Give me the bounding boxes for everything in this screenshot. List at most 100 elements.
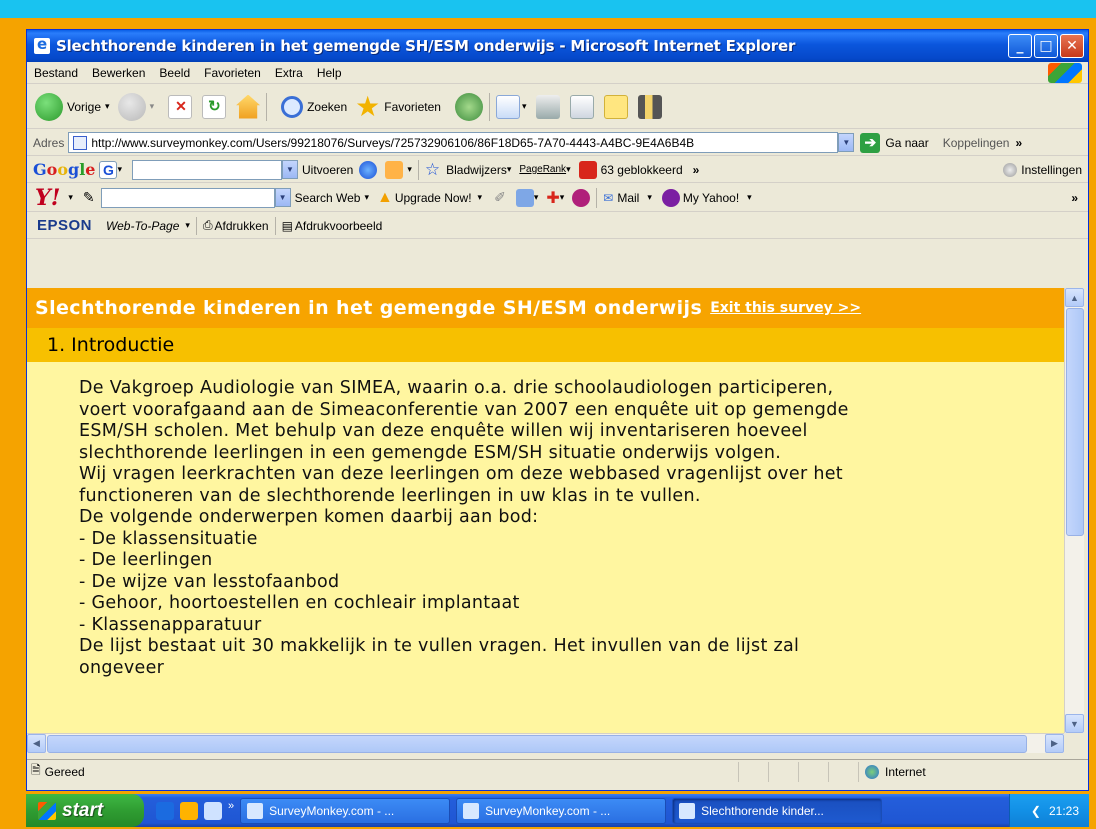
google-search-web-icon[interactable]: [359, 160, 378, 179]
google-highlight-icon[interactable]: [385, 160, 404, 179]
upgrade-button[interactable]: Upgrade Now!: [395, 191, 472, 205]
close-button[interactable]: ✕: [1060, 34, 1084, 58]
research-icon[interactable]: [638, 94, 663, 119]
bookmarks-dropdown-icon[interactable]: ▾: [507, 164, 512, 175]
search-web-dropdown-icon[interactable]: ▾: [364, 192, 369, 203]
horizontal-scrollbar[interactable]: ◀ ▶: [27, 733, 1064, 753]
exit-survey-link[interactable]: Exit this survey >>: [710, 300, 861, 316]
edit-icon[interactable]: [570, 94, 595, 119]
go-button[interactable]: Ga naar: [885, 136, 928, 150]
toolbar-separator: [266, 92, 268, 121]
home-icon[interactable]: [236, 94, 261, 119]
scroll-down-button[interactable]: ▼: [1065, 714, 1084, 733]
bookmarks-button[interactable]: Bladwijzers: [446, 163, 507, 177]
google-search-dropdown-icon[interactable]: ▼: [282, 160, 298, 179]
popups-blocked-count[interactable]: 63 geblokkeerd: [601, 163, 683, 177]
vertical-scrollbar[interactable]: ▲ ▼: [1064, 288, 1084, 733]
my-yahoo-dropdown-icon[interactable]: ▾: [747, 192, 752, 203]
pagerank-dropdown-icon[interactable]: ▾: [566, 164, 571, 175]
google-search-input[interactable]: [132, 159, 282, 180]
forward-dropdown-icon[interactable]: ▾: [150, 101, 155, 112]
menu-extra[interactable]: Extra: [268, 66, 310, 80]
forward-button[interactable]: ▾: [117, 92, 155, 121]
google-highlight-dropdown-icon[interactable]: ▾: [407, 164, 412, 175]
discuss-icon[interactable]: [604, 94, 629, 119]
refresh-icon[interactable]: ↻: [202, 94, 227, 119]
pencil-icon[interactable]: ✎: [83, 189, 95, 206]
quicklaunch-more-icon[interactable]: »: [228, 800, 234, 812]
back-button[interactable]: Vorige ▾: [35, 92, 110, 121]
menu-help[interactable]: Help: [310, 66, 349, 80]
address-input[interactable]: http://www.surveymonkey.com/Users/992180…: [68, 132, 839, 153]
search-button[interactable]: Zoeken: [281, 95, 347, 118]
scroll-right-button[interactable]: ▶: [1045, 734, 1064, 753]
yahoo-more-chevron-icon[interactable]: »: [1071, 191, 1078, 205]
outlook-quicklaunch-icon[interactable]: [180, 801, 198, 820]
yahoo-search-input[interactable]: [100, 187, 275, 208]
minimize-button[interactable]: _: [1008, 34, 1032, 58]
web-to-page-dropdown-icon[interactable]: ▾: [185, 220, 190, 231]
upgrade-dropdown-icon[interactable]: ▾: [478, 192, 483, 203]
go-arrow-icon[interactable]: ➔: [860, 132, 881, 153]
horizontal-scroll-thumb[interactable]: [47, 735, 1027, 753]
yahoo-dropdown-icon[interactable]: ▾: [68, 192, 73, 203]
print-preview-button[interactable]: Afdrukvoorbeeld: [295, 219, 382, 233]
google-logo[interactable]: Google: [33, 160, 95, 179]
windows-flag-icon: [38, 801, 56, 820]
history-icon[interactable]: [454, 92, 483, 121]
yahoo-search-dropdown-icon[interactable]: ▼: [274, 188, 291, 207]
intro-line: De lijst bestaat uit 30 makkelijk in te …: [79, 636, 800, 656]
stop-icon[interactable]: ✕: [168, 94, 193, 119]
window-title: Slechthorende kinderen in het gemengde S…: [56, 37, 796, 55]
pagerank-indicator[interactable]: PageRank: [519, 164, 566, 175]
start-button[interactable]: start: [26, 794, 144, 827]
taskbar-button-active[interactable]: Slechthorende kinder...: [672, 797, 883, 824]
back-dropdown-icon[interactable]: ▾: [105, 101, 110, 112]
scroll-up-button[interactable]: ▲: [1065, 288, 1084, 307]
title-bar[interactable]: Slechthorende kinderen in het gemengde S…: [27, 30, 1088, 62]
tray-arrow-icon[interactable]: ❮: [1031, 804, 1041, 818]
window-icon[interactable]: [515, 188, 534, 207]
start-label: start: [62, 799, 104, 821]
address-dropdown-icon[interactable]: ▼: [838, 133, 855, 152]
vertical-scroll-thumb[interactable]: [1066, 308, 1084, 536]
mail-dropdown-icon[interactable]: ▾: [522, 101, 527, 112]
mail-dropdown-icon[interactable]: ▾: [647, 192, 652, 203]
yahoo-logo[interactable]: Y!: [35, 185, 60, 211]
chevron-right-icon[interactable]: »: [1015, 136, 1022, 150]
ie-quicklaunch-icon[interactable]: [156, 801, 174, 820]
google-more-chevron-icon[interactable]: »: [693, 163, 700, 177]
mail-icon[interactable]: [495, 94, 520, 119]
toolbar-separator: [596, 187, 598, 208]
menu-bewerken[interactable]: Bewerken: [85, 66, 152, 80]
antispy-icon[interactable]: ✚: [546, 188, 559, 208]
menu-beeld[interactable]: Beeld: [152, 66, 197, 80]
music-icon[interactable]: [572, 188, 591, 207]
highlighter-icon[interactable]: ✐: [494, 189, 506, 206]
taskbar-button[interactable]: SurveyMonkey.com - ...: [456, 797, 667, 824]
print-icon[interactable]: [536, 94, 561, 119]
taskbar-button[interactable]: SurveyMonkey.com - ...: [240, 797, 451, 824]
google-run-button[interactable]: Uitvoeren: [302, 163, 353, 177]
ie-task-icon: [679, 802, 696, 819]
scroll-left-button[interactable]: ◀: [27, 734, 46, 753]
search-web-button[interactable]: Search Web: [295, 191, 361, 205]
settings-button[interactable]: Instellingen: [1021, 163, 1082, 177]
google-g-icon[interactable]: G: [99, 160, 118, 179]
google-dropdown-icon[interactable]: ▾: [117, 164, 122, 175]
web-to-page-button[interactable]: Web-To-Page: [106, 219, 179, 233]
menu-favorieten[interactable]: Favorieten: [197, 66, 268, 80]
popup-blocker-icon[interactable]: [578, 160, 597, 179]
bookmark-star-icon[interactable]: ☆: [425, 160, 440, 180]
menu-bestand[interactable]: Bestand: [27, 66, 85, 80]
window-dropdown-icon[interactable]: ▾: [534, 192, 539, 203]
yahoo-mail-button[interactable]: Mail: [617, 191, 639, 205]
desktop-quicklaunch-icon[interactable]: [204, 801, 222, 820]
my-yahoo-button[interactable]: My Yahoo!: [683, 191, 739, 205]
antispy-dropdown-icon[interactable]: ▾: [560, 192, 565, 203]
maximize-button[interactable]: □: [1034, 34, 1058, 58]
zone-cell: Internet: [858, 761, 1088, 782]
links-button[interactable]: Koppelingen: [943, 136, 1010, 150]
favorites-button[interactable]: ★ Favorieten: [355, 92, 441, 121]
print-button[interactable]: Afdrukken: [215, 219, 269, 233]
